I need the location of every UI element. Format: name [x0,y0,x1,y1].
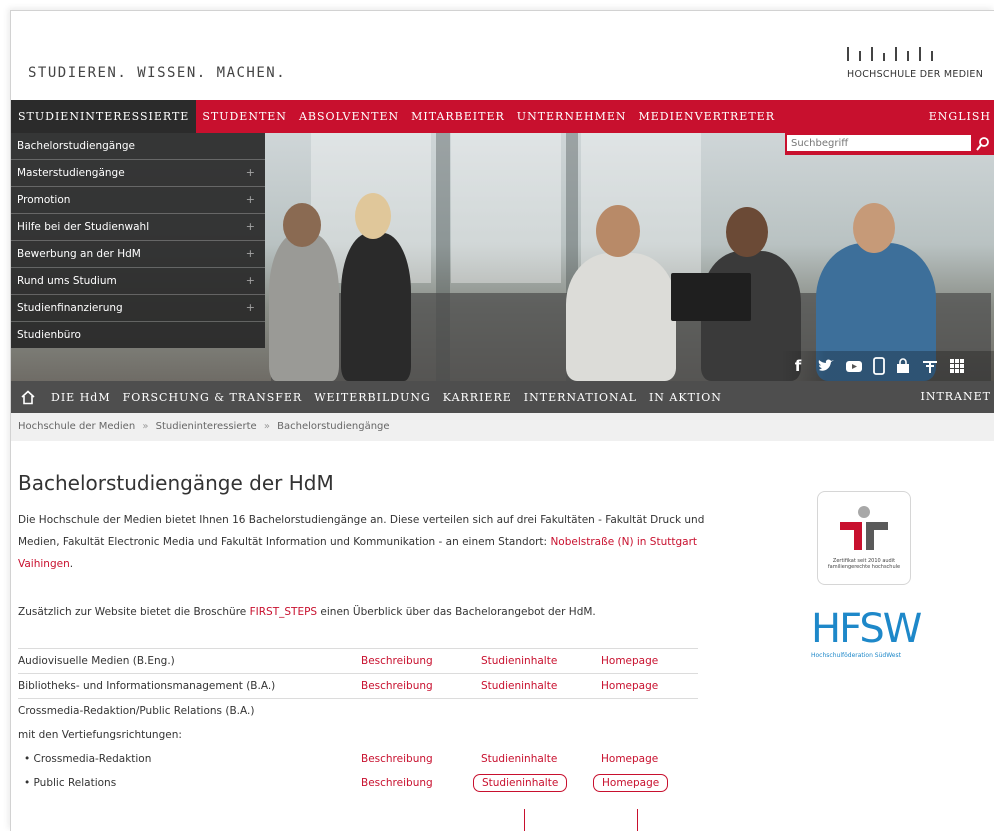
family-audit-certificate[interactable]: Zertifikat seit 2010 audit familiengerec… [817,491,911,585]
annotation-line [637,809,638,831]
table-row: • Public Relations Beschreibung Studieni… [18,771,698,795]
table-row: Crossmedia-Redaktion/Public Relations (B… [18,698,698,723]
brochure-paragraph: Zusätzlich zur Website bietet die Brosch… [18,606,596,618]
hfsw-logo-text: HFSW [811,606,922,652]
description-link[interactable]: Beschreibung [361,673,481,699]
homepage-link[interactable]: Homepage [601,747,698,771]
nav-medienvertreter[interactable]: MEDIENVERTRETER [633,100,781,133]
description-link[interactable]: Beschreibung [361,648,481,674]
dropdown-item[interactable]: Studienfinanzierung + [11,295,265,322]
content-link-highlighted[interactable]: Studieninhalte [473,774,568,792]
content-link[interactable]: Studieninhalte [481,673,601,699]
homepage-link[interactable]: Homepage [601,673,698,699]
dropdown-item[interactable]: Masterstudiengänge + [11,160,265,187]
dropdown-item[interactable]: Hilfe bei der Studienwahl + [11,214,265,241]
secondary-navigation: DIE HdM FORSCHUNG & TRANSFER WEITERBILDU… [11,381,994,413]
hero-image: Bachelorstudiengänge Masterstudiengänge +… [11,133,994,381]
search-icon[interactable] [975,136,991,152]
breadcrumb-current: Bachelorstudiengänge [277,421,390,432]
facebook-icon[interactable]: f [789,357,807,375]
subnav-weiterbildung[interactable]: WEITERBILDUNG [308,391,437,404]
table-row: • Crossmedia-Redaktion Beschreibung Stud… [18,747,698,771]
breadcrumb: Hochschule der Medien » Studieninteressi… [11,413,994,441]
table-row: Audiovisuelle Medien (B.Eng.) Beschreibu… [18,648,698,674]
hfsw-logo[interactable]: HFSW Hochschulföderation SüdWest [811,606,922,669]
search-box [785,133,994,155]
nav-absolventen[interactable]: ABSOLVENTEN [293,100,405,133]
program-specialization: • Crossmedia-Redaktion [24,753,152,765]
dropdown-item[interactable]: Rund ums Studium + [11,268,265,295]
homepage-link-highlighted[interactable]: Homepage [593,774,669,792]
social-icons: f [781,351,994,381]
subnav-forschung-transfer[interactable]: FORSCHUNG & TRANSFER [117,391,309,404]
breadcrumb-separator: » [142,421,149,432]
top-navigation: STUDIENINTERESSIERTE STUDENTEN ABSOLVENT… [11,100,994,133]
content-link[interactable]: Studieninhalte [481,648,601,674]
first-steps-link[interactable]: FIRST_STEPS [250,606,317,618]
family-audit-logo-icon [840,506,888,550]
table-row: mit den Vertiefungsrichtungen: [18,723,698,747]
expand-icon: + [245,247,255,260]
dropdown-item[interactable]: Studienbüro [11,322,265,348]
subnav-karriere[interactable]: KARRIERE [437,391,518,404]
expand-icon: + [245,166,255,179]
hdm-logo[interactable]: HOCHSCHULE DER MEDIEN [839,39,994,89]
program-subtitle: mit den Vertiefungsrichtungen: [18,729,182,741]
dropdown-item[interactable]: Bachelorstudiengänge [11,133,265,160]
page-title: Bachelorstudiengänge der HdM [18,471,334,495]
twitter-icon[interactable] [817,358,835,374]
logo-text: HOCHSCHULE DER MEDIEN [847,69,984,80]
mobile-icon[interactable] [873,357,885,375]
browser-page: STUDIEREN. WISSEN. MACHEN. HOCHSCHULE DE… [10,10,994,831]
expand-icon: + [245,220,255,233]
certificate-text: Zertifikat seit 2010 audit familiengerec… [827,558,901,570]
programs-table: Audiovisuelle Medien (B.Eng.) Beschreibu… [18,648,698,795]
table-row: Bibliotheks- und Informationsmanagement … [18,673,698,699]
home-button[interactable] [11,381,45,413]
expand-icon: + [245,193,255,206]
nav-studieninteressierte[interactable]: STUDIENINTERESSIERTE [11,100,197,133]
subnav-in-aktion[interactable]: IN AKTION [643,391,728,404]
nav-unternehmen[interactable]: UNTERNEHMEN [511,100,633,133]
grid-menu-icon[interactable] [949,358,965,374]
homepage-link[interactable]: Homepage [601,648,698,674]
breadcrumb-separator: » [263,421,270,432]
search-input[interactable] [787,135,971,151]
home-icon [21,389,35,404]
expand-icon: + [245,301,255,314]
breadcrumb-link[interactable]: Hochschule der Medien [18,421,135,432]
nav-english[interactable]: ENGLISH [929,100,991,133]
program-name: Crossmedia-Redaktion/Public Relations (B… [18,698,698,723]
subnav-intranet[interactable]: INTRANET [920,381,991,413]
subnav-international[interactable]: INTERNATIONAL [518,391,643,404]
hdm-logo-mark-icon [839,39,994,61]
tagline: STUDIEREN. WISSEN. MACHEN. [28,65,287,81]
nav-mitarbeiter[interactable]: MITARBEITER [405,100,511,133]
program-specialization: • Public Relations [24,777,117,789]
intro-paragraph: Die Hochschule der Medien bietet Ihnen 1… [18,514,705,570]
campus-icon[interactable] [921,358,939,374]
description-link[interactable]: Beschreibung [361,771,481,795]
annotation-line [524,809,525,831]
hfsw-subtitle: Hochschulföderation SüdWest [811,652,901,659]
program-name: Bibliotheks- und Informationsmanagement … [18,673,361,699]
shopping-bag-icon[interactable] [895,358,911,374]
nav-studenten[interactable]: STUDENTEN [196,100,293,133]
content-link[interactable]: Studieninhalte [481,747,601,771]
program-name: Audiovisuelle Medien (B.Eng.) [18,648,361,674]
description-link[interactable]: Beschreibung [361,747,481,771]
studieninteressierte-dropdown: Bachelorstudiengänge Masterstudiengänge +… [11,133,265,348]
youtube-icon[interactable] [845,359,863,373]
expand-icon: + [245,274,255,287]
subnav-die-hdm[interactable]: DIE HdM [45,391,117,404]
dropdown-item[interactable]: Promotion + [11,187,265,214]
dropdown-item[interactable]: Bewerbung an der HdM + [11,241,265,268]
breadcrumb-link[interactable]: Studieninteressierte [156,421,257,432]
